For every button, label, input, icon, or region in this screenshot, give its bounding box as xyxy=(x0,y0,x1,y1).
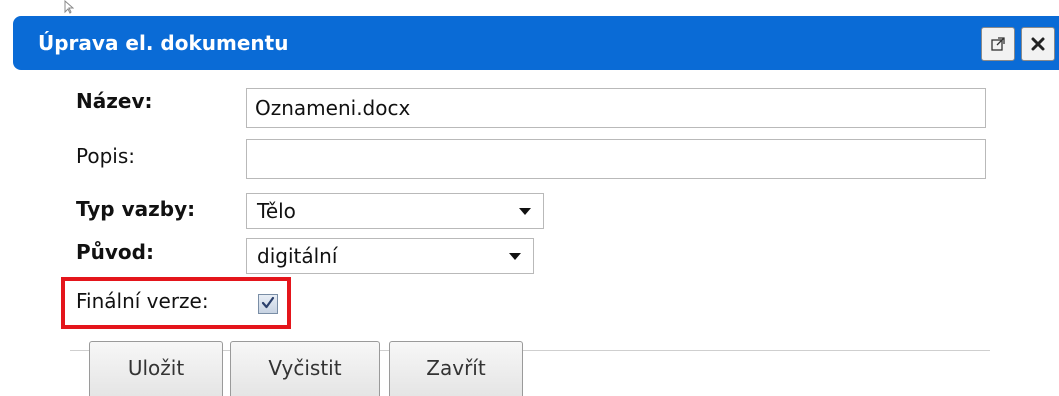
description-input[interactable] xyxy=(246,139,986,179)
origin-label: Původ: xyxy=(76,240,154,264)
name-label: Název: xyxy=(76,89,153,113)
origin-select[interactable]: digitální xyxy=(246,238,534,274)
chevron-down-icon xyxy=(509,253,521,260)
chevron-down-icon xyxy=(519,208,531,215)
binding-type-value: Tělo xyxy=(257,199,296,223)
save-button[interactable]: Uložit xyxy=(89,341,223,396)
edit-document-dialog: Úprava el. dokumentu Název: Oznameni.doc… xyxy=(0,0,1059,396)
description-label: Popis: xyxy=(76,144,135,168)
dialog-title: Úprava el. dokumentu xyxy=(38,31,289,55)
popout-button[interactable] xyxy=(981,27,1015,61)
origin-value: digitální xyxy=(257,244,338,268)
external-link-icon xyxy=(990,36,1006,52)
close-button[interactable]: Zavřít xyxy=(389,341,523,396)
binding-type-select[interactable]: Tělo xyxy=(246,193,544,229)
mouse-cursor-icon xyxy=(64,0,78,14)
binding-type-label: Typ vazby: xyxy=(76,197,196,221)
close-dialog-button[interactable] xyxy=(1021,27,1055,61)
close-icon xyxy=(1030,36,1046,52)
highlight-box xyxy=(61,277,291,329)
clear-button[interactable]: Vyčistit xyxy=(230,341,380,396)
name-input[interactable]: Oznameni.docx xyxy=(246,88,986,128)
